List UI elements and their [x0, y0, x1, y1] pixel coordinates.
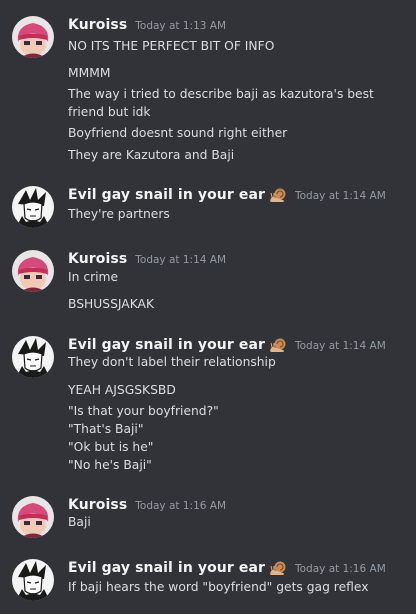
message-group: Kuroiss Today at 1:14 AM In crime BSHUSS… [0, 250, 416, 320]
message-group: Evil gay snail in your ear Today at 1:14… [0, 186, 416, 228]
timestamp: Today at 1:14 AM [295, 190, 386, 202]
message-text: They are Kazutora and Baji [68, 148, 235, 162]
message-text: Boyfriend doesnt sound right either [68, 126, 288, 140]
manga-avatar-icon[interactable] [12, 559, 54, 601]
snail-emoji-icon [269, 560, 287, 576]
message-text: "No he's Baji" [68, 458, 152, 472]
message-group: Evil gay snail in your ear Today at 1:14… [0, 336, 416, 476]
message-group: Kuroiss Today at 1:13 AM NO ITS THE PERF… [0, 16, 416, 166]
message-header: Evil gay snail in your ear Today at 1:16… [68, 559, 386, 577]
message-header: Kuroiss Today at 1:16 AM [68, 496, 226, 514]
message-text: BSHUSSJAKAK [68, 297, 155, 311]
message-header: Kuroiss Today at 1:13 AM [68, 16, 226, 34]
pink-haired-avatar-icon[interactable] [12, 496, 54, 538]
message-header: Evil gay snail in your ear Today at 1:14… [68, 186, 386, 204]
snail-emoji-icon [269, 337, 287, 353]
timestamp: Today at 1:14 AM [295, 340, 386, 352]
timestamp: Today at 1:16 AM [135, 500, 227, 512]
username[interactable]: Evil gay snail in your ear [68, 560, 265, 576]
username[interactable]: Kuroiss [68, 497, 127, 513]
username[interactable]: Evil gay snail in your ear [68, 187, 265, 203]
manga-avatar-icon[interactable] [12, 186, 54, 228]
message-text: In crime [68, 270, 119, 284]
username[interactable]: Evil gay snail in your ear [68, 337, 265, 353]
message-header: Evil gay snail in your ear Today at 1:14… [68, 336, 386, 354]
pink-haired-avatar-icon[interactable] [12, 250, 54, 292]
timestamp: Today at 1:16 AM [295, 563, 386, 575]
username[interactable]: Kuroiss [68, 251, 127, 267]
message-text: YEAH AJSGSKSBD [68, 383, 176, 397]
message-group: Evil gay snail in your ear Today at 1:16… [0, 559, 416, 603]
message-text: NO ITS THE PERFECT BIT OF INFO [68, 39, 275, 53]
message-text: Baji [68, 515, 91, 529]
message-text: MMMM [68, 66, 111, 80]
message-text: They don't label their relationship [68, 355, 276, 369]
message-text: "Ok but is he" [68, 440, 154, 454]
message-header: Kuroiss Today at 1:14 AM [68, 250, 226, 268]
chat-log: Kuroiss Today at 1:13 AM NO ITS THE PERF… [0, 0, 416, 614]
message-text: "Is that your boyfriend?" [68, 404, 219, 418]
message-text: They're partners [68, 207, 170, 221]
message-text: The way i tried to describe baji as kazu… [68, 87, 374, 119]
manga-avatar-icon[interactable] [12, 336, 54, 378]
timestamp: Today at 1:14 AM [135, 254, 227, 266]
message-group: Kuroiss Today at 1:16 AM Baji [0, 496, 416, 538]
username[interactable]: Kuroiss [68, 17, 127, 33]
message-text: If baji hears the word "boyfriend" gets … [68, 580, 369, 594]
pink-haired-avatar-icon[interactable] [12, 16, 54, 58]
message-text: "That's Baji" [68, 422, 144, 436]
snail-emoji-icon [269, 187, 287, 203]
timestamp: Today at 1:13 AM [135, 20, 227, 32]
